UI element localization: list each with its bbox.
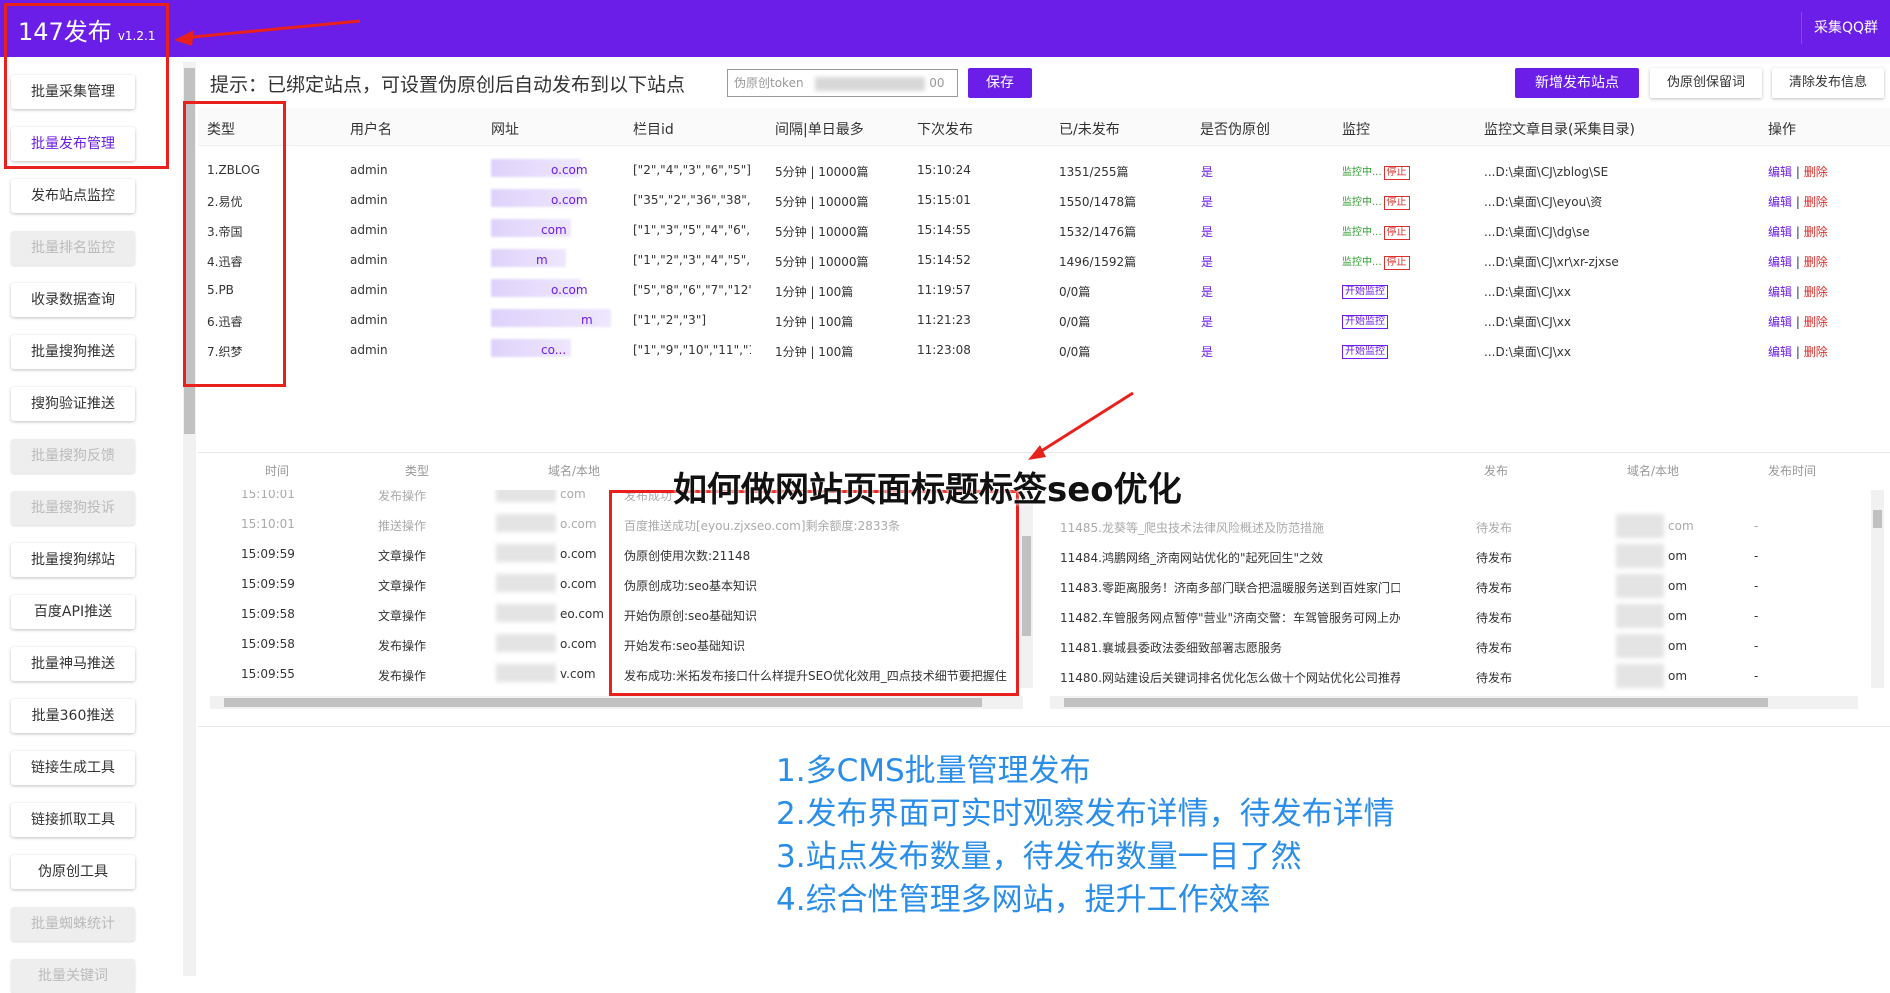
feature-line: 4.综合性管理多网站，提升工作效率 <box>776 882 1271 918</box>
arrow-icon <box>174 19 361 46</box>
feature-line: 2.发布界面可实时观察发布详情，待发布详情 <box>776 796 1395 832</box>
arrow-icon <box>1028 391 1134 460</box>
article-title-watermark: 如何做网站页面标题标签seo优化 <box>673 470 1182 510</box>
feature-line: 1.多CMS批量管理发布 <box>776 753 1091 789</box>
feature-line: 3.站点发布数量，待发布数量一目了然 <box>776 839 1302 875</box>
